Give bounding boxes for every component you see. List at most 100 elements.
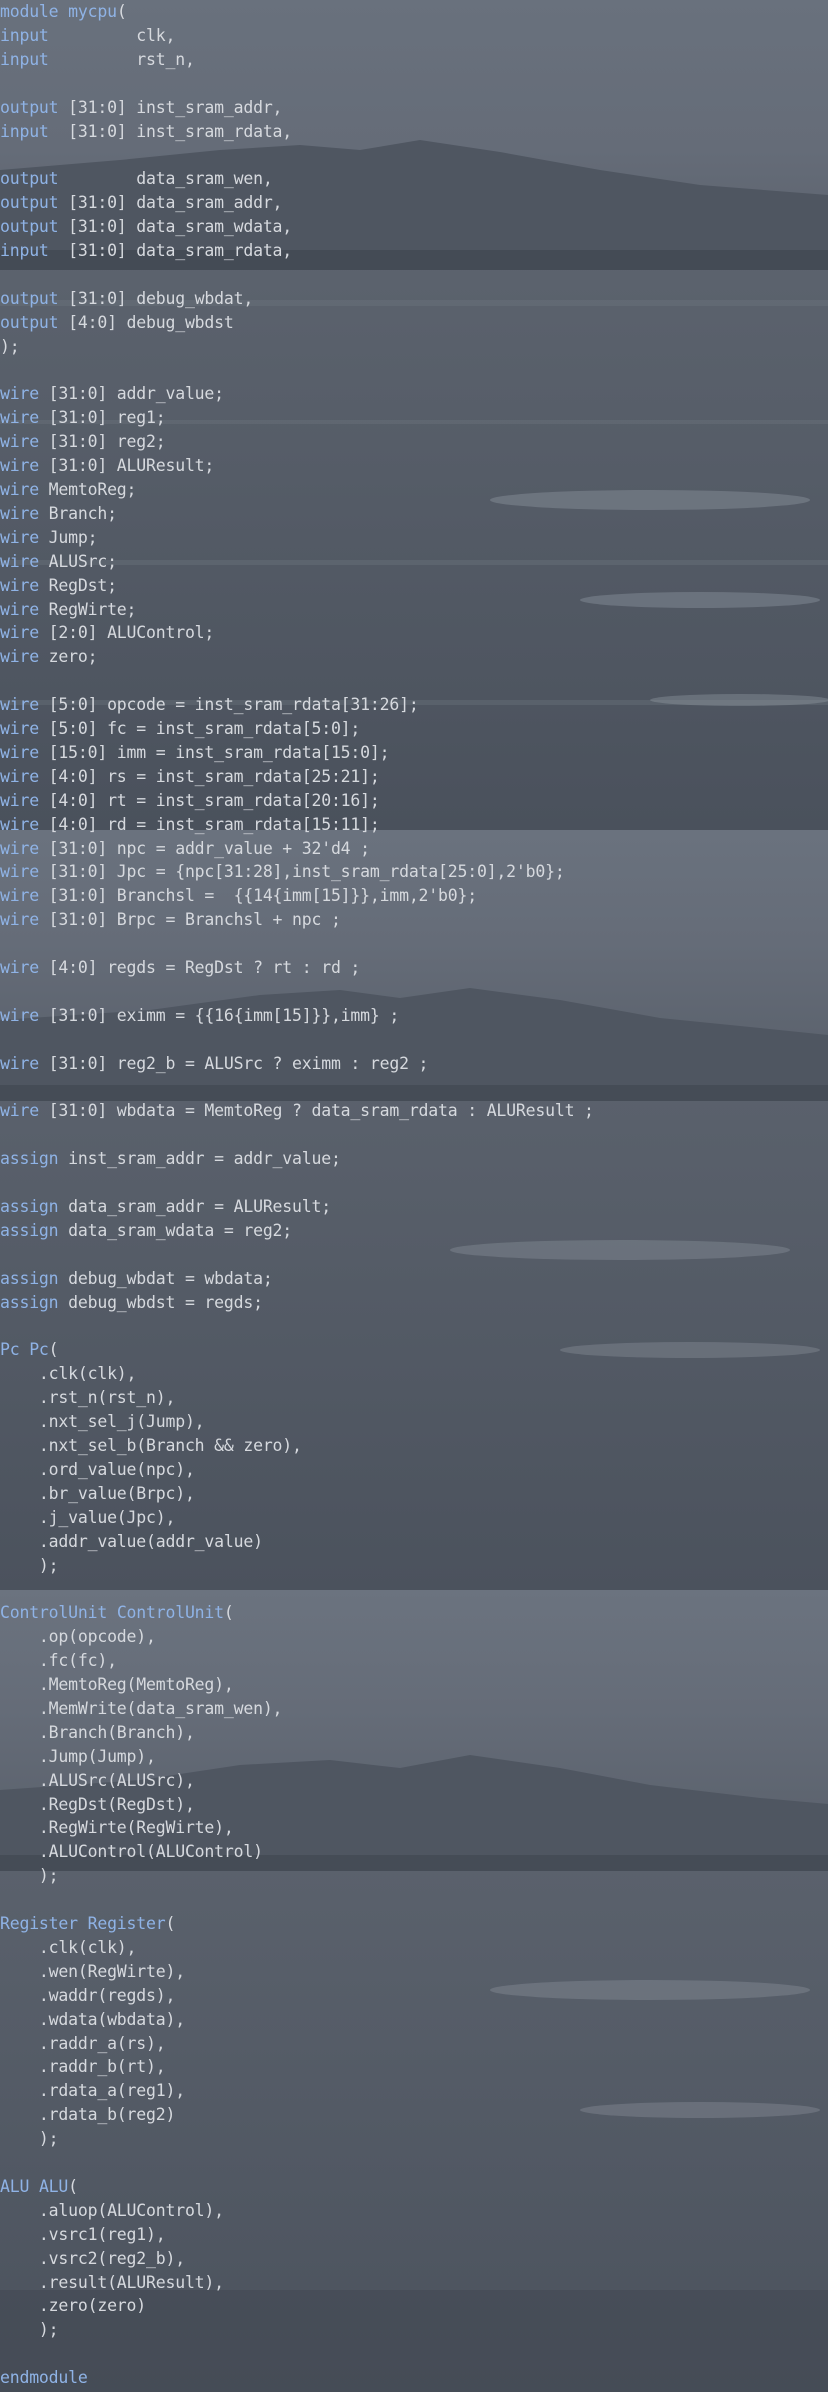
code-line: .nxt_sel_j(Jump), [0,1410,205,1434]
code-line: .raddr_b(rt), [0,2055,166,2079]
code-text: debug_wbdst = regds; [58,1292,263,1312]
code-line: wire ALUSrc; [0,550,117,574]
code-text: .rdata_b(reg2) [0,2105,176,2125]
code-text: .op(opcode), [0,1627,156,1647]
code-keyword: wire [0,432,39,452]
code-keyword: wire [0,910,39,930]
code-line: output [31:0] data_sram_addr, [0,191,282,215]
code-line: input rst_n, [0,48,195,72]
code-text: ( [165,1914,176,1933]
code-line: .clk(clk), [0,1362,137,1386]
code-text: ); [0,1866,59,1886]
code-text: [4:0] debug_wbdst [58,312,234,332]
code-keyword: wire [0,599,39,619]
code-line: .rst_n(rst_n), [0,1386,175,1410]
code-line: output [4:0] debug_wbdst [0,311,234,335]
code-text: .fc(fc), [0,1651,117,1671]
code-keyword: wire [0,623,39,643]
code-text: [31:0] addr_value; [38,384,224,404]
code-line: .wen(RegWirte), [0,1960,185,1984]
code-keyword: wire [0,742,39,762]
code-line: output [31:0] debug_wbdat, [0,287,253,311]
code-line: input clk, [0,24,175,48]
code-keyword: assign [0,1220,59,1240]
code-keyword: wire [0,862,39,882]
code-text: [5:0] opcode = inst_sram_rdata[31:26]; [38,695,419,715]
code-line: wire [4:0] rt = inst_sram_rdata[20:16]; [0,789,380,813]
code-text: .clk(clk), [0,1937,137,1957]
code-text: [4:0] rt = inst_sram_rdata[20:16]; [38,790,380,810]
code-line: .fc(fc), [0,1649,117,1673]
code-text: inst_sram_addr = addr_value; [58,1149,341,1169]
code-line: wire [2:0] ALUControl; [0,621,214,645]
code-line: wire [31:0] wbdata = MemtoReg ? data_sra… [0,1099,594,1123]
code-keyword: assign [0,1292,59,1312]
code-line: output [31:0] inst_sram_addr, [0,96,282,120]
code-text: .waddr(regds), [0,1985,176,2005]
code-line: Register Register( [0,1912,175,1936]
code-line: output data_sram_wen, [0,167,273,191]
code-keyword: input [0,121,49,141]
code-keyword: endmodule [0,2368,88,2388]
code-text: [4:0] rd = inst_sram_rdata[15:11]; [38,814,380,834]
code-line: ); [0,1864,59,1888]
code-keyword: output [0,193,59,213]
code-keyword: mycpu [68,2,117,21]
code-text: [15:0] imm = inst_sram_rdata[15:0]; [38,742,390,762]
code-text: Jump; [38,527,98,547]
code-line: .ALUSrc(ALUSrc), [0,1769,195,1793]
code-keyword: wire [0,790,39,810]
code-line: .RegDst(RegDst), [0,1793,195,1817]
code-text: .result(ALUResult), [0,2272,224,2292]
code-text: .clk(clk), [0,1364,137,1384]
code-keyword: output [0,97,59,117]
code-text: .wen(RegWirte), [0,1961,185,1981]
code-keyword: wire [0,814,39,834]
code-keyword: output [0,288,59,308]
code-text: ( [68,2176,78,2196]
code-keyword: output [0,312,59,332]
code-text: .vsrc1(reg1), [0,2224,166,2244]
code-line: .waddr(regds), [0,1984,175,2008]
code-line: .ALUControl(ALUControl) [0,1840,263,1864]
code-text: [31:0] data_sram_wdata, [58,217,293,237]
code-keyword: wire [0,575,39,595]
code-text: .zero(zero) [0,2296,147,2316]
code-keyword: wire [0,384,39,404]
code-text: ); [0,1555,59,1575]
code-line: wire [5:0] fc = inst_sram_rdata[5:0]; [0,717,360,741]
code-text: ( [48,1340,59,1360]
code-text: [31:0] reg2_b = ALUSrc ? eximm : reg2 ; [38,1053,429,1073]
code-text: .wdata(wbdata), [0,2009,185,2029]
code-text: .Jump(Jump), [0,1746,156,1766]
code-line: .br_value(Brpc), [0,1482,195,1506]
code-keyword: wire [0,647,39,667]
code-keyword: wire [0,695,39,715]
code-keyword: assign [0,1197,59,1216]
code-keyword: ControlUnit [0,1603,108,1623]
code-line: .Jump(Jump), [0,1745,156,1769]
code-line: wire RegWirte; [0,598,136,622]
code-text: .aluop(ALUControl), [0,2200,224,2220]
code-line: .rdata_a(reg1), [0,2079,185,2103]
code-keyword: input [0,25,49,45]
code-keyword: wire [0,551,39,571]
code-line: module mycpu( [0,0,127,24]
code-text: [2:0] ALUControl; [38,623,215,643]
code-editor[interactable]: module mycpu(input clk, input rst_n,outpu… [0,0,828,2392]
code-line: wire [31:0] reg1; [0,406,166,430]
code-line: ); [0,335,20,359]
code-line: .MemWrite(data_sram_wen), [0,1697,283,1721]
code-line: assign data_sram_wdata = reg2; [0,1219,292,1243]
code-line: wire zero; [0,645,98,669]
code-keyword: wire [0,886,39,906]
code-keyword: output [0,217,59,237]
code-line: output [31:0] data_sram_wdata, [0,215,292,239]
code-text: data_sram_wdata = reg2; [58,1220,293,1240]
code-text: ); [0,336,20,356]
code-keyword: ControlUnit [116,1603,224,1623]
code-text: .br_value(Brpc), [0,1483,195,1503]
code-line: assign debug_wbdst = regds; [0,1291,263,1315]
